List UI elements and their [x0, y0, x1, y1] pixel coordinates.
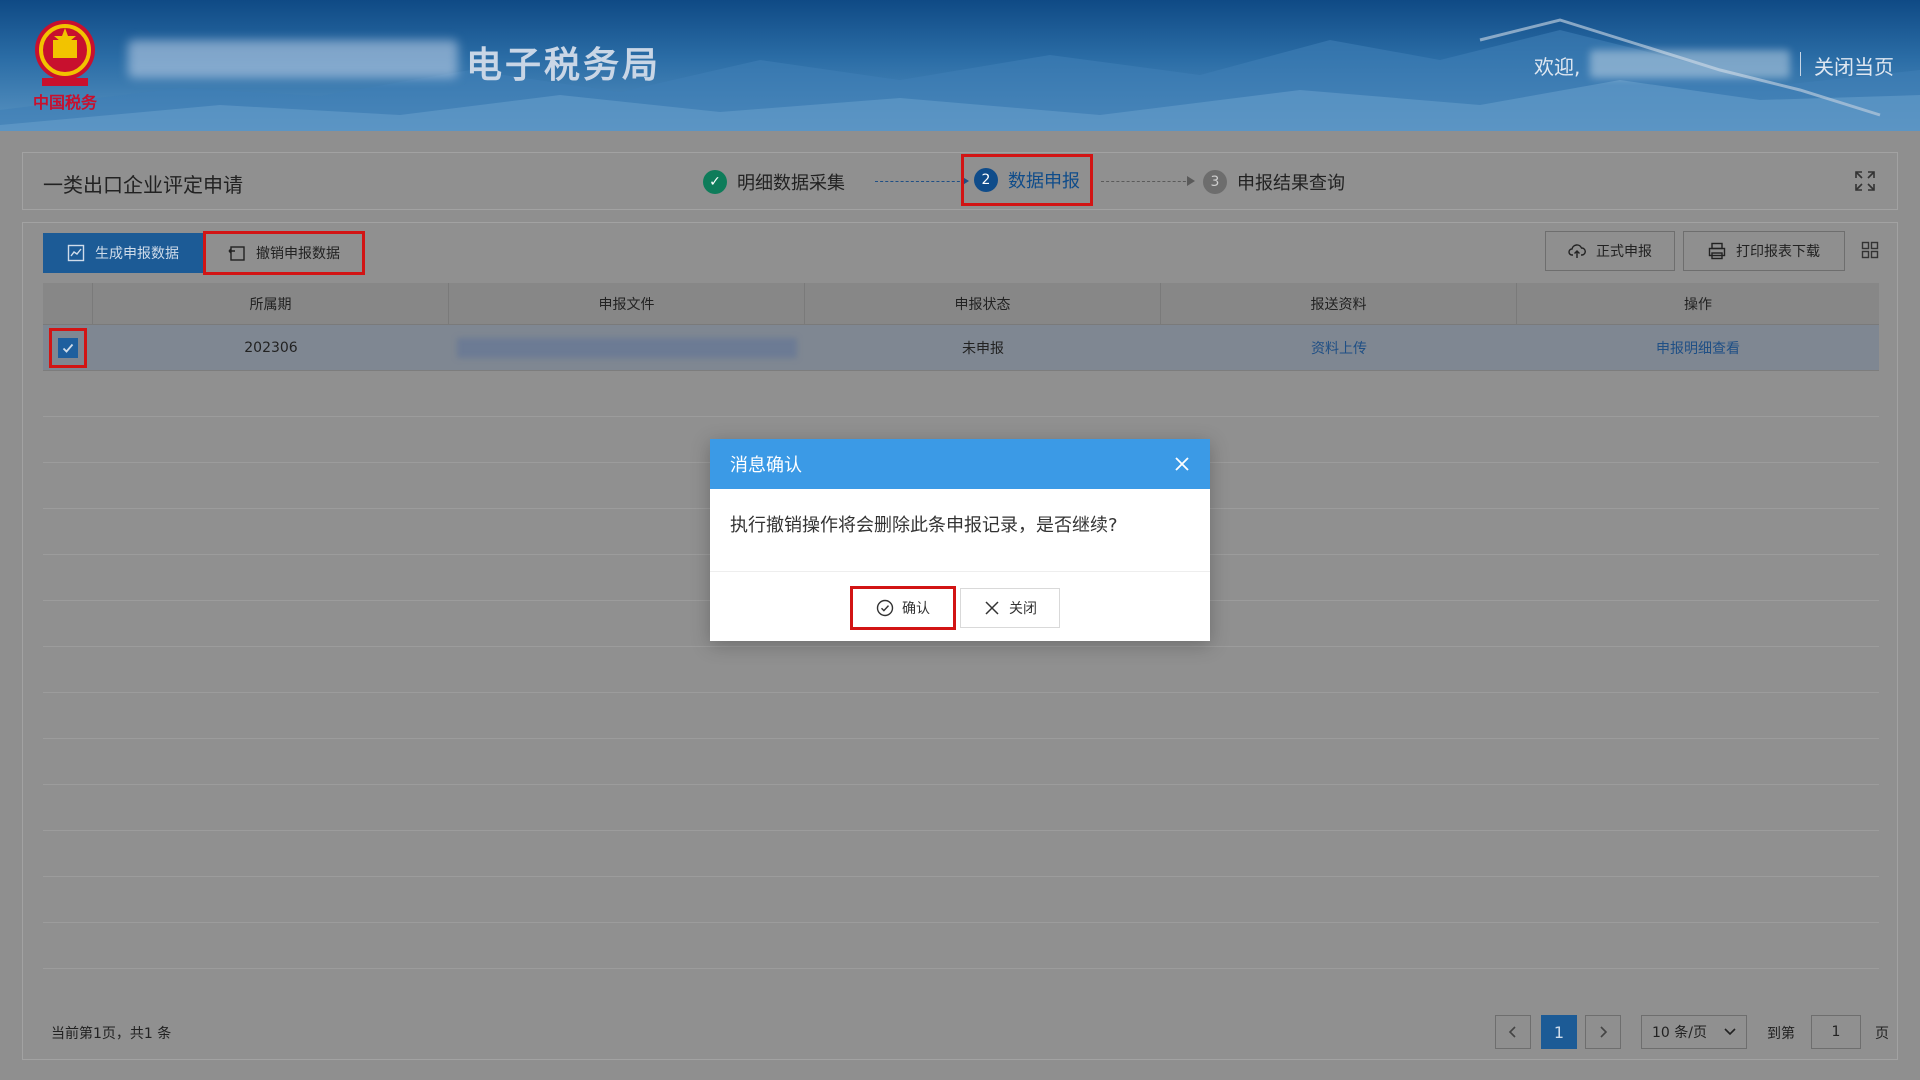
confirm-dialog: 消息确认 执行撤销操作将会删除此条申报记录，是否继续? 确认 关闭	[710, 439, 1210, 641]
column-header: 操作	[1684, 296, 1712, 313]
confirm-button[interactable]: 确认	[850, 586, 956, 630]
step-number: 2	[974, 168, 998, 192]
goto-label: 到第	[1767, 1026, 1795, 1042]
button-label: 关闭	[1009, 601, 1037, 617]
emblem-text: 中国税务	[33, 93, 98, 112]
step-data-declaration[interactable]: 2 数据申报	[961, 154, 1093, 206]
button-label: 生成申报数据	[95, 246, 179, 262]
column-header: 所属期	[93, 283, 449, 324]
dialog-message: 执行撤销操作将会删除此条申报记录，是否继续?	[730, 515, 1118, 536]
main-panel: 生成申报数据 撤销申报数据 正式申报 打印报表下载 所属期 申报文件 申报状态 …	[22, 222, 1898, 1060]
check-icon: ✓	[703, 170, 727, 194]
empty-row	[43, 923, 1879, 969]
steps-panel: 一类出口企业评定申请 ✓ 明细数据采集 2 数据申报 3 申报结果查询	[22, 152, 1898, 210]
empty-row	[43, 647, 1879, 693]
table-row[interactable]: 202306 未申报 资料上传 申报明细查看	[43, 325, 1879, 371]
generate-declaration-button[interactable]: 生成申报数据	[43, 233, 203, 273]
file-name-redacted	[457, 337, 797, 358]
page-unit-label: 页	[1875, 1026, 1889, 1042]
table-header: 所属期 申报文件 申报状态 报送资料 操作	[43, 283, 1879, 325]
button-label: 确认	[902, 601, 930, 617]
step-number: 3	[1203, 170, 1227, 194]
welcome-text: 欢迎,	[1534, 55, 1581, 79]
dialog-header: 消息确认	[710, 439, 1210, 489]
dialog-title: 消息确认	[730, 455, 802, 476]
close-page-link[interactable]: 关闭当页	[1814, 51, 1894, 80]
goto-page-input[interactable]: 1	[1811, 1015, 1861, 1049]
chevron-right-icon	[1600, 1026, 1608, 1038]
status-cell: 未申报	[962, 340, 1004, 357]
next-page-button[interactable]	[1585, 1015, 1621, 1049]
empty-row	[43, 693, 1879, 739]
period-cell: 202306	[244, 339, 298, 356]
organization-name-redacted	[128, 40, 458, 78]
formal-declaration-button[interactable]: 正式申报	[1545, 231, 1675, 271]
step-result-query[interactable]: 3 申报结果查询	[1203, 167, 1345, 197]
checkbox-column-header	[43, 283, 93, 324]
app-header: 中国税务 电子税务局 欢迎, 关闭当页	[0, 0, 1920, 131]
dialog-footer: 确认 关闭	[710, 571, 1210, 641]
page-number-button[interactable]: 1	[1541, 1015, 1577, 1049]
row-checkbox-cell	[43, 325, 93, 370]
file-cell	[449, 325, 805, 370]
button-label: 撤销申报数据	[256, 246, 340, 262]
tax-emblem-logo: 中国税务	[33, 20, 98, 112]
prev-page-button[interactable]	[1495, 1015, 1531, 1049]
column-header: 申报文件	[449, 283, 805, 324]
arrow-head-icon	[1187, 176, 1195, 186]
page-size-select[interactable]: 10 条/页	[1641, 1015, 1747, 1049]
step-arrow	[1101, 181, 1191, 182]
revoke-icon	[228, 246, 245, 261]
header-divider	[1800, 52, 1801, 76]
pagination-summary: 当前第1页，共1 条	[51, 1026, 172, 1042]
column-settings-icon[interactable]	[1861, 241, 1879, 259]
printer-icon	[1708, 242, 1726, 260]
step-arrow	[875, 181, 965, 182]
empty-row	[43, 371, 1879, 417]
empty-row	[43, 877, 1879, 923]
chart-icon	[67, 244, 85, 262]
step-label: 申报结果查询	[1237, 173, 1345, 194]
close-icon[interactable]	[1172, 454, 1192, 474]
chevron-left-icon	[1508, 1026, 1516, 1038]
view-detail-link[interactable]: 申报明细查看	[1517, 325, 1879, 370]
step-label: 明细数据采集	[737, 173, 845, 194]
fullscreen-icon[interactable]	[1853, 169, 1877, 193]
step-detail-collection[interactable]: ✓ 明细数据采集	[703, 167, 845, 197]
close-dialog-button[interactable]: 关闭	[960, 588, 1060, 628]
upload-material-link[interactable]: 资料上传	[1161, 325, 1517, 370]
chevron-down-icon	[1724, 1028, 1736, 1036]
column-header: 报送资料	[1161, 283, 1517, 324]
username-redacted	[1590, 50, 1790, 78]
button-label: 正式申报	[1596, 244, 1652, 260]
print-report-button[interactable]: 打印报表下载	[1683, 231, 1845, 271]
empty-row	[43, 831, 1879, 877]
step-label: 数据申报	[1008, 171, 1080, 192]
page-size-value: 10 条/页	[1652, 1025, 1707, 1041]
button-label: 打印报表下载	[1736, 244, 1820, 260]
page-title: 一类出口企业评定申请	[43, 173, 243, 197]
checkbox-checked-icon	[58, 337, 78, 358]
column-header: 申报状态	[805, 283, 1161, 324]
check-circle-icon	[876, 599, 894, 617]
empty-row	[43, 785, 1879, 831]
close-icon	[985, 601, 999, 615]
empty-row	[43, 739, 1879, 785]
site-title: 电子税务局	[466, 45, 662, 86]
revoke-declaration-button[interactable]: 撤销申报数据	[203, 231, 365, 275]
cloud-upload-icon	[1568, 244, 1586, 258]
row-checkbox[interactable]	[49, 327, 87, 368]
